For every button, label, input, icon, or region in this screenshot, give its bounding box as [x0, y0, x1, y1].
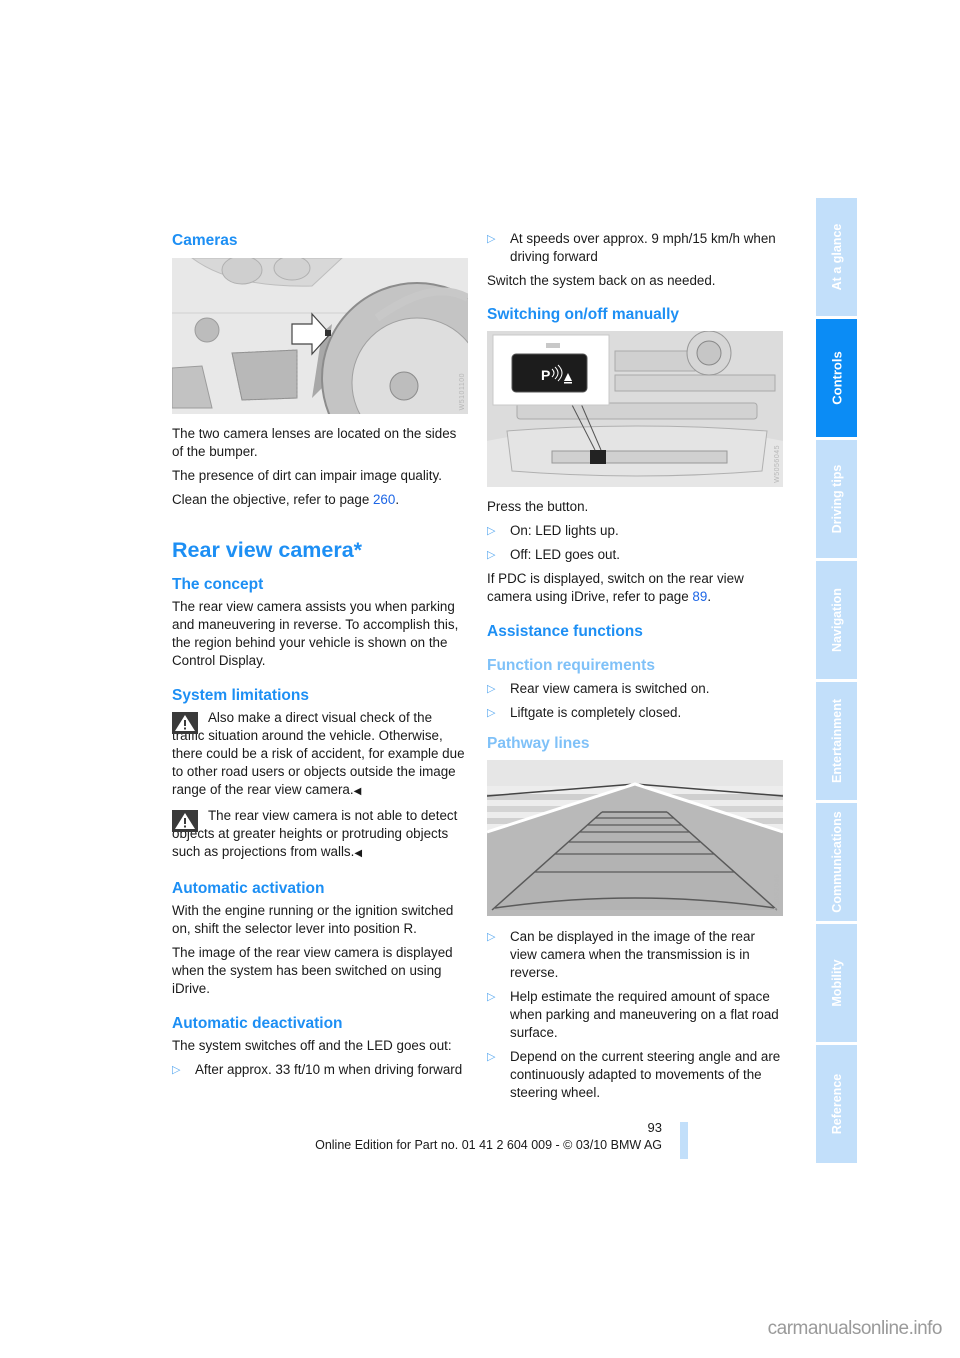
tab-label: Navigation [829, 588, 844, 652]
warning-icon [172, 712, 198, 734]
list-item: ▷ At speeds over approx. 9 mph/15 km/h wh… [487, 231, 776, 264]
warning-text-2: The rear view camera is not able to dete… [172, 808, 458, 859]
pdc-button-figure: P W5056045 [487, 331, 783, 487]
figure-code: W5056045 [774, 445, 781, 483]
tab-controls[interactable]: Controls [816, 319, 857, 437]
bullet-triangle-icon: ▷ [487, 991, 496, 1003]
manual-switching-heading: Switching on/off manually [487, 306, 680, 323]
bullet-triangle-icon: ▷ [487, 525, 496, 537]
bullet-triangle-icon: ▷ [487, 683, 496, 695]
pathway-illustration [487, 760, 783, 916]
function-requirements-heading: Function requirements [487, 657, 655, 674]
chapter-tabs: At a glance Controls Driving tips Naviga… [816, 198, 858, 1166]
watermark: carmanualsonline.info [767, 1318, 943, 1339]
list-item: ▷ Depend on the current steering angle an… [487, 1049, 781, 1100]
tab-mobility[interactable]: Mobility [816, 924, 857, 1042]
list-item: ▷ Liftgate is completely closed. [487, 705, 682, 720]
automatic-deactivation-heading: Automatic deactivation [172, 1015, 343, 1032]
assistance-functions-heading: Assistance functions [487, 623, 643, 640]
bullet-triangle-icon: ▷ [487, 549, 496, 561]
footer-edition: Online Edition for Part no. 01 41 2 604 … [315, 1138, 662, 1152]
auto-activation-paragraph-2: The image of the rear view camera is dis… [172, 945, 453, 996]
list-item: ▷ After approx. 33 ft/10 m when driving f… [172, 1062, 463, 1077]
page-marker-bar [680, 1122, 688, 1159]
cameras-heading: Cameras [172, 232, 238, 249]
press-button-paragraph: Press the button. [487, 499, 589, 514]
park-assist-icon: P [541, 367, 550, 383]
concept-heading: The concept [172, 576, 264, 593]
switch-back-paragraph: Switch the system back on as needed. [487, 273, 716, 288]
end-mark: ◀ [354, 848, 363, 859]
page-number: 93 [647, 1120, 662, 1135]
deactivation-list: ▷ After approx. 33 ft/10 m when driving f… [172, 1061, 468, 1079]
cameras-paragraph-3: Clean the objective, refer to page 260. [172, 492, 400, 507]
pathway-lines-list: ▷ Can be displayed in the image of the re… [487, 928, 783, 1102]
tab-label: Controls [829, 351, 844, 405]
bullet-triangle-icon: ▷ [172, 1064, 181, 1076]
function-requirements-list: ▷ Rear view camera is switched on. ▷ Liftg… [487, 680, 783, 722]
bullet-triangle-icon: ▷ [487, 233, 496, 245]
warning-text-1: Also make a direct visual check of the t… [172, 710, 465, 797]
console-illustration: P [487, 331, 783, 487]
page-link-89[interactable]: 89 [692, 589, 707, 604]
list-item: ▷ Can be displayed in the image of the re… [487, 929, 755, 980]
list-item: ▷ Rear view camera is switched on. [487, 681, 710, 696]
list-item: ▷ On: LED lights up. [487, 523, 619, 538]
pathway-lines-figure: W5052040 [487, 760, 783, 916]
figure-code: W5052040 [774, 874, 781, 912]
right-column: ▷ At speeds over approx. 9 mph/15 km/h wh… [487, 230, 783, 1108]
tab-at-a-glance[interactable]: At a glance [816, 198, 857, 316]
tab-label: At a glance [829, 223, 844, 291]
auto-activation-paragraph-1: With the engine running or the ignition … [172, 903, 454, 936]
automatic-activation-heading: Automatic activation [172, 880, 325, 897]
tab-reference[interactable]: Reference [816, 1045, 857, 1163]
tab-label: Entertainment [829, 698, 844, 784]
concept-paragraph: The rear view camera assists you when pa… [172, 599, 459, 668]
tab-label: Communications [829, 811, 844, 913]
bullet-triangle-icon: ▷ [487, 1051, 496, 1063]
bullet-triangle-icon: ▷ [487, 707, 496, 719]
system-limitations-heading: System limitations [172, 687, 309, 704]
tab-navigation[interactable]: Navigation [816, 561, 857, 679]
tab-driving-tips[interactable]: Driving tips [816, 440, 857, 558]
pathway-lines-heading: Pathway lines [487, 735, 590, 752]
camera-bumper-figure: W5101100 [172, 258, 468, 414]
figure-code: W5101100 [459, 372, 466, 410]
tab-communications[interactable]: Communications [816, 803, 857, 921]
left-column: Cameras W5101100 The two camera lenses a… [172, 230, 468, 1085]
cameras-paragraph-2: The presence of dirt can impair image qu… [172, 468, 442, 483]
auto-deactivation-paragraph: The system switches off and the LED goes… [172, 1038, 452, 1053]
bumper-illustration [172, 258, 468, 414]
warning-block: The rear view camera is not able to dete… [172, 807, 468, 863]
tab-label: Driving tips [829, 464, 844, 534]
manual-switch-list: ▷ On: LED lights up. ▷ Off: LED goes out. [487, 522, 783, 564]
list-item: ▷ Off: LED goes out. [487, 547, 620, 562]
page-link-260[interactable]: 260 [373, 492, 395, 507]
pdc-paragraph: If PDC is displayed, switch on the rear … [487, 571, 744, 604]
tab-label: Reference [829, 1073, 844, 1135]
tab-label: Mobility [829, 959, 844, 1007]
warning-block: Also make a direct visual check of the t… [172, 709, 468, 801]
bullet-triangle-icon: ▷ [487, 931, 496, 943]
end-mark: ◀ [353, 786, 362, 797]
warning-icon [172, 810, 198, 832]
list-item: ▷ Help estimate the required amount of sp… [487, 989, 779, 1040]
deactivation-list-continued: ▷ At speeds over approx. 9 mph/15 km/h wh… [487, 230, 783, 266]
cameras-paragraph-1: The two camera lenses are located on the… [172, 426, 457, 459]
tab-entertainment[interactable]: Entertainment [816, 682, 857, 800]
rear-view-camera-heading: Rear view camera* [172, 538, 363, 562]
